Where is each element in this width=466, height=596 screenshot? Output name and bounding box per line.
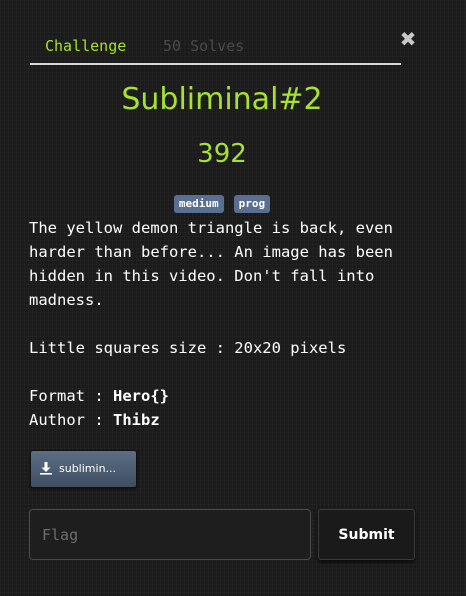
download-icon xyxy=(40,462,52,475)
tab-challenge[interactable]: Challenge xyxy=(45,37,126,55)
squares-note: Little squares size : 20x20 pixels xyxy=(29,339,347,357)
author-label: Author : xyxy=(29,411,113,429)
description-line: madness. xyxy=(29,291,104,309)
description-line: The yellow demon triangle is back, even xyxy=(29,219,393,237)
file-name-label: sublimin... xyxy=(59,462,117,475)
tag-badge: medium xyxy=(173,195,224,213)
challenge-title: Subliminal#2 xyxy=(121,82,323,117)
close-icon[interactable]: ✖ xyxy=(399,28,417,50)
format-value: Hero{} xyxy=(113,387,169,405)
file-download-button[interactable]: sublimin... xyxy=(30,450,137,488)
format-label: Format : xyxy=(29,387,113,405)
author-line: Author : Thibz xyxy=(29,408,421,432)
description-line: hidden in this video. Don't fall into xyxy=(29,267,375,285)
challenge-points: 392 xyxy=(197,139,247,169)
author-value: Thibz xyxy=(113,411,160,429)
submit-button[interactable]: Submit xyxy=(318,509,415,560)
format-line: Format : Hero{} xyxy=(29,384,421,408)
challenge-description: The yellow demon triangle is back, even … xyxy=(29,216,421,432)
challenge-tags: medium prog xyxy=(0,195,444,213)
challenge-tabs: Challenge 50 Solves xyxy=(30,30,401,65)
tag-badge: prog xyxy=(233,195,271,213)
description-line: harder than before... An image has been xyxy=(29,243,393,261)
flag-input[interactable] xyxy=(29,509,311,560)
tab-solves[interactable]: 50 Solves xyxy=(163,37,244,55)
